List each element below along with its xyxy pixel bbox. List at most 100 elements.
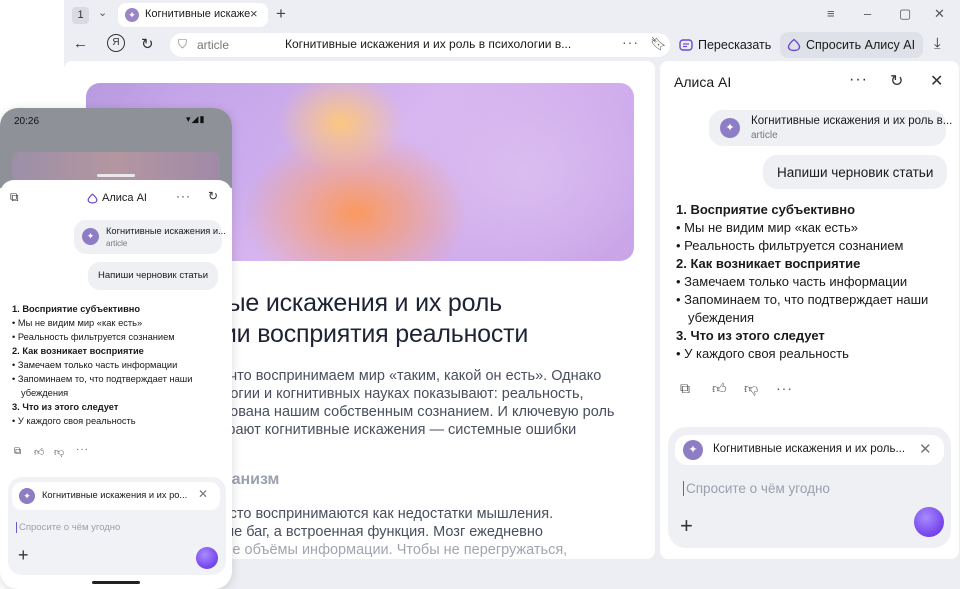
ask-alice-button[interactable]: Спросить Алису AI [780, 32, 924, 58]
hero-image-thumb [12, 152, 220, 182]
answer-section-heading: 1. Восприятие субъективно [676, 202, 856, 217]
composer: ✦ Когнитивные искажения и их роль... ✕ С… [668, 427, 951, 548]
sparkle-icon: ✦ [683, 440, 703, 460]
thumbs-up-icon[interactable]: 👍︎ [34, 446, 44, 458]
address-host: article [197, 38, 230, 52]
alice-icon [787, 38, 801, 52]
reload-icon[interactable]: ↻ [141, 35, 154, 53]
thumbs-down-icon[interactable]: 👎︎ [744, 380, 758, 397]
context-card[interactable]: ✦ Когнитивные искажения и их роль в... a… [709, 110, 952, 146]
window-close-icon[interactable]: ✕ [934, 6, 945, 22]
back-icon[interactable]: ← [73, 35, 88, 52]
plus-icon[interactable]: + [680, 513, 693, 539]
tab-article[interactable]: ✦ Когнитивные искаже × [118, 3, 268, 27]
prompt-input[interactable]: Спросите о чём угодно [16, 522, 120, 533]
new-chat-icon[interactable]: ↻ [890, 71, 903, 91]
download-icon[interactable]: ⤓ [934, 35, 941, 52]
more-icon[interactable]: ··· [622, 34, 639, 50]
article-paragraph-line: ирована нашим собственным сознанием. И к… [214, 404, 615, 420]
answer-bullet-text: Реальность фильтруется сознанием [17, 332, 175, 342]
thumbs-down-icon[interactable]: 👎︎ [54, 446, 64, 458]
chevron-down-icon[interactable]: ⌄ [98, 6, 107, 19]
close-icon[interactable]: ✕ [198, 487, 208, 501]
answer-bullet: • Запоминаем то, что подтверждает наши у… [676, 292, 929, 325]
address-page-title: Когнитивные искажения и их роль в психол… [285, 37, 572, 51]
close-icon[interactable]: × [250, 6, 258, 21]
summarize-label: Пересказать [698, 38, 772, 52]
menu-icon[interactable]: ≡ [827, 6, 835, 21]
bookmark-icon[interactable]: 🔖︎ [650, 36, 667, 52]
answer-section-heading: 2. Как возникает восприятие [12, 346, 144, 356]
answer-section-heading: 2. Как возникает восприятие [676, 256, 861, 271]
answer-bullet-text: Мы не видим мир «как есть» [17, 318, 143, 328]
ask-alice-label: Спросить Алису AI [806, 38, 916, 52]
plus-icon[interactable]: + [18, 545, 29, 566]
close-icon[interactable]: ✕ [930, 71, 943, 91]
thumbs-up-icon[interactable]: 👍︎ [712, 380, 727, 397]
shield-icon: ⛉ [178, 37, 188, 51]
answer-bullet: • У каждого своя реальность [12, 416, 136, 426]
sparkle-icon: ✦ [19, 488, 35, 504]
tabs-icon[interactable]: ⧉ [10, 190, 19, 205]
user-message: Напиши черновик статьи [763, 155, 948, 189]
article-paragraph-line: о не баг, а встроенная функция. Мозг еже… [214, 524, 543, 540]
composer-context-title: Когнитивные искажения и их ро... [42, 490, 188, 500]
answer-bullet-text: Запоминаем то, что подтверждает наши убе… [684, 292, 929, 325]
more-icon[interactable]: ··· [76, 444, 89, 455]
close-icon[interactable]: ✕ [919, 440, 932, 458]
context-title: Когнитивные искажения и... [106, 226, 226, 236]
answer-bullet-text: Замечаем только часть информации [684, 274, 908, 289]
more-icon[interactable]: ··· [776, 380, 793, 396]
answer-section-heading: 3. Что из этого следует [676, 328, 825, 343]
alice-icon [87, 193, 98, 204]
answer-bullet: • У каждого своя реальность [676, 346, 849, 361]
sparkle-icon: ✦ [125, 8, 139, 22]
answer-bullet: • Мы не видим мир «как есть» [676, 220, 859, 235]
article-paragraph-line: ологии и когнитивных науках показывают: … [214, 386, 584, 402]
article-title-line-2: гии восприятия реальности [214, 320, 529, 348]
more-icon[interactable]: ··· [849, 71, 868, 89]
composer-context-chip[interactable]: ✦ Когнитивные искажения и их ро... ✕ [12, 482, 220, 510]
sheet-title: Алиса AI [102, 192, 147, 204]
status-time: 20:26 [14, 116, 40, 127]
article-title-line-1: ные искажения и их роль [214, 289, 502, 317]
prompt-input[interactable]: Спросите о чём угодно [683, 481, 830, 496]
address-bar[interactable]: ⛉ article Когнитивные искажения и их рол… [170, 33, 670, 57]
summarize-button[interactable]: Пересказать [672, 32, 779, 58]
yandex-logo-icon[interactable]: Я [107, 34, 125, 52]
article-paragraph-line: часто воспринимаются как недостатки мышл… [214, 506, 554, 522]
copy-icon[interactable]: ⧉ [14, 446, 21, 457]
answer-bullet: • Запоминаем то, что подтверждает наши у… [12, 374, 193, 398]
assistant-answer: 1. Восприятие субъективно • Мы не видим … [676, 201, 956, 363]
home-indicator [92, 581, 140, 584]
minimize-icon[interactable]: – [864, 6, 871, 21]
answer-bullet: • Замечаем только часть информации [676, 274, 908, 289]
alice-voice-button[interactable] [914, 507, 944, 537]
alice-voice-button[interactable] [196, 547, 218, 569]
tab-counter[interactable]: 1 [72, 7, 89, 24]
context-title: Когнитивные искажения и их роль в... [751, 115, 953, 127]
new-chat-icon[interactable]: ↻ [208, 189, 218, 203]
context-source: article [751, 130, 778, 141]
sparkle-icon: ✦ [82, 228, 99, 245]
tab-bar: 1 ⌄ ✦ Когнитивные искаже × + ≡ – ▢ ✕ [64, 0, 960, 30]
maximize-icon[interactable]: ▢ [899, 6, 911, 22]
panel-title: Алиса AI [674, 74, 732, 90]
new-tab-icon[interactable]: + [276, 4, 286, 24]
copy-icon[interactable]: ⧉ [680, 380, 690, 397]
context-card[interactable]: ✦ Когнитивные искажения и... article [74, 220, 226, 254]
phone-status-area: 20:26 ▾◢▮ [0, 108, 232, 188]
composer: ✦ Когнитивные искажения и их ро... ✕ Спр… [8, 477, 226, 575]
sheet-grabber[interactable] [97, 174, 135, 177]
answer-bullet: • Реальность фильтруется сознанием [676, 238, 904, 253]
answer-section-heading: 3. Что из этого следует [12, 402, 119, 412]
answer-bullet-text: Замечаем только часть информации [17, 360, 178, 370]
composer-context-chip[interactable]: ✦ Когнитивные искажения и их роль... ✕ [675, 435, 944, 465]
status-icons: ▾◢▮ [186, 114, 206, 124]
answer-bullet-text: Запоминаем то, что подтверждает наши убе… [17, 374, 193, 398]
answer-bullet: • Реальность фильтруется сознанием [12, 332, 175, 342]
assistant-answer: 1. Восприятие субъективно • Мы не видим … [12, 302, 227, 428]
article-paragraph-line: играют когнитивные искажения — системные… [214, 422, 577, 438]
sparkle-icon: ✦ [720, 118, 740, 138]
more-icon[interactable]: ··· [176, 189, 191, 203]
